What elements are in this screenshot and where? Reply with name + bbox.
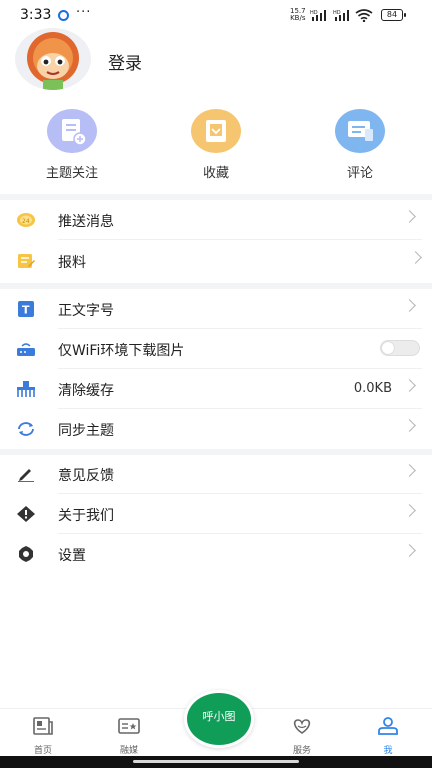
- signal-icon-2: HD: [333, 10, 349, 21]
- chevron-right-icon: [403, 464, 416, 477]
- menu-item-about-us[interactable]: 关于我们: [0, 494, 432, 534]
- report-notes-icon: [18, 254, 35, 268]
- chevron-right-icon: [403, 544, 416, 557]
- chevron-right-icon: [409, 251, 422, 264]
- login-link[interactable]: 登录: [108, 49, 142, 74]
- menu-item-sync-topics[interactable]: 同步主题: [0, 409, 432, 449]
- svg-text:T: T: [22, 304, 30, 317]
- newspaper-icon: [33, 717, 53, 735]
- chevron-right-icon: [403, 210, 416, 223]
- row-separator: [58, 239, 422, 240]
- menu-item-report[interactable]: 报料: [0, 241, 432, 281]
- nav-tab-home[interactable]: 首页: [13, 717, 73, 756]
- nav-tab-me-label: 我: [383, 746, 393, 756]
- nav-tab-services[interactable]: 服务: [272, 717, 332, 756]
- menu-item-label: 推送消息: [58, 214, 114, 230]
- menu-item-label: 设置: [58, 548, 86, 564]
- menu-item-label: 关于我们: [58, 508, 114, 524]
- mascot-avatar-icon: [27, 32, 79, 90]
- signal-icon: HD: [310, 10, 326, 21]
- nav-tab-media-label: 融媒: [119, 746, 138, 756]
- app-notification-icon: [58, 10, 69, 21]
- edit-pencil-icon: [18, 469, 34, 482]
- menu-item-label: 报料: [58, 255, 86, 271]
- topic-follow-label: 主题关注: [45, 166, 98, 181]
- menu-item-label: 正文字号: [58, 303, 114, 319]
- wifi-icon: [355, 9, 373, 22]
- svg-text:24: 24: [22, 218, 30, 225]
- push-message-icon: 24: [17, 213, 35, 227]
- menu-item-clear-cache[interactable]: 清除缓存 0.0KB: [0, 369, 432, 409]
- status-time: 3:33: [20, 7, 52, 23]
- comments-icon: [335, 109, 385, 153]
- wifi-router-icon: [17, 343, 35, 356]
- info-diamond-icon: [17, 506, 35, 522]
- sync-icon: [18, 422, 34, 436]
- comments-label: 评论: [346, 166, 373, 181]
- cache-size-value: 0.0KB: [353, 381, 392, 396]
- menu-item-font-size[interactable]: T 正文字号: [0, 289, 432, 329]
- menu-item-feedback[interactable]: 意见反馈: [0, 454, 432, 494]
- clear-cache-broom-icon: [17, 381, 35, 397]
- nav-tab-media[interactable]: 融媒: [99, 717, 159, 756]
- chevron-right-icon: [403, 419, 416, 432]
- heart-hands-icon: [293, 719, 311, 734]
- wifi-only-toggle[interactable]: [380, 340, 420, 356]
- status-more-indicator: ···: [76, 5, 92, 20]
- battery-icon: 84: [381, 9, 406, 21]
- person-icon: [378, 717, 398, 735]
- center-logo-button[interactable]: 呼小图: [184, 690, 254, 748]
- chevron-right-icon: [403, 379, 416, 392]
- toggle-knob: [382, 342, 394, 354]
- comments-button[interactable]: 评论: [305, 109, 415, 181]
- topic-follow-button[interactable]: 主题关注: [17, 109, 127, 181]
- network-speed: 15.7 KB/s: [290, 8, 306, 22]
- menu-item-settings[interactable]: 设置: [0, 534, 432, 574]
- network-speed-unit: KB/s: [290, 14, 306, 22]
- home-indicator[interactable]: [133, 760, 299, 763]
- favorites-icon: [191, 109, 241, 153]
- chevron-right-icon: [403, 299, 416, 312]
- status-bar: 3:33 ··· 15.7 KB/s HD HD 84: [0, 0, 432, 32]
- nav-tab-services-label: 服务: [292, 746, 311, 756]
- nav-tab-me[interactable]: 我: [358, 717, 418, 756]
- topic-follow-icon: [47, 109, 97, 153]
- favorites-button[interactable]: 收藏: [161, 109, 271, 181]
- nav-tab-home-label: 首页: [33, 746, 52, 756]
- menu-item-push-messages[interactable]: 24 推送消息: [0, 200, 432, 240]
- favorites-label: 收藏: [202, 166, 229, 181]
- gear-icon: [19, 546, 33, 562]
- menu-item-label: 仅WiFi环境下载图片: [58, 343, 185, 359]
- menu-item-label: 意见反馈: [58, 468, 114, 484]
- chevron-right-icon: [403, 504, 416, 517]
- avatar[interactable]: [15, 28, 91, 90]
- menu-item-label: 同步主题: [58, 423, 114, 439]
- center-logo-label: 呼小图: [202, 710, 236, 723]
- menu-item-label: 清除缓存: [58, 383, 114, 399]
- font-size-icon: T: [18, 301, 34, 317]
- menu-item-wifi-images: 仅WiFi环境下载图片: [0, 329, 432, 369]
- media-card-icon: [118, 718, 140, 734]
